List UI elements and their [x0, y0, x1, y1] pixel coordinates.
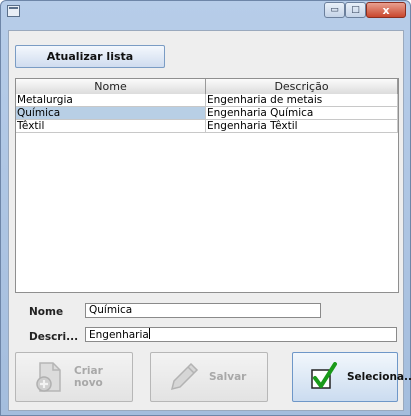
cell-nome: Têxtil — [16, 120, 206, 133]
title-bar[interactable]: ▭ □ x — [1, 1, 410, 21]
cell-nome: Química — [16, 107, 206, 120]
cell-nome: Metalurgia — [16, 94, 206, 107]
create-new-label: Criar novo — [74, 365, 103, 389]
close-button[interactable]: x — [366, 2, 406, 18]
save-button[interactable]: Salvar — [150, 352, 268, 402]
table-row-selected[interactable]: Química Engenharia Química — [16, 107, 398, 120]
cell-descricao: Engenharia Têxtil — [206, 120, 398, 133]
column-header-descricao[interactable]: Descrição — [206, 79, 398, 94]
table-header: Nome Descrição — [16, 79, 398, 94]
minimize-button[interactable]: ▭ — [324, 2, 345, 18]
content-panel: Atualizar lista Nome Descrição Metalurgi… — [8, 30, 411, 411]
application-window: ▭ □ x Atualizar lista Nome Descrição Met… — [0, 0, 411, 416]
table-row[interactable]: Têxtil Engenharia Têxtil — [16, 120, 398, 133]
nome-field[interactable]: Química — [85, 303, 321, 318]
cell-descricao: Engenharia Química — [206, 107, 398, 120]
app-window-icon — [7, 5, 20, 17]
select-button[interactable]: Seleciona... — [292, 352, 411, 402]
document-add-icon — [36, 362, 61, 392]
maximize-button[interactable]: □ — [345, 2, 366, 18]
minimize-icon: ▭ — [330, 4, 339, 15]
close-icon: x — [382, 3, 390, 17]
descricao-field[interactable]: Engenharia — [85, 327, 397, 342]
descricao-label: Descri... — [29, 331, 79, 343]
nome-field-value: Química — [89, 304, 133, 316]
maximize-icon: □ — [351, 4, 360, 15]
table-row[interactable]: Metalurgia Engenharia de metais — [16, 94, 398, 107]
refresh-list-button[interactable]: Atualizar lista — [15, 45, 165, 68]
select-label: Seleciona... — [347, 371, 411, 383]
cell-descricao: Engenharia de metais — [206, 94, 398, 107]
items-table: Nome Descrição Metalurgia Engenharia de … — [15, 78, 399, 293]
column-header-nome[interactable]: Nome — [16, 79, 206, 94]
text-caret — [148, 328, 150, 339]
save-label: Salvar — [209, 371, 247, 383]
checkmark-icon — [311, 362, 337, 389]
descricao-field-value: Engenharia — [89, 329, 149, 341]
pencil-icon — [170, 362, 199, 391]
nome-label: Nome — [29, 306, 64, 318]
create-new-button[interactable]: Criar novo — [15, 352, 133, 402]
